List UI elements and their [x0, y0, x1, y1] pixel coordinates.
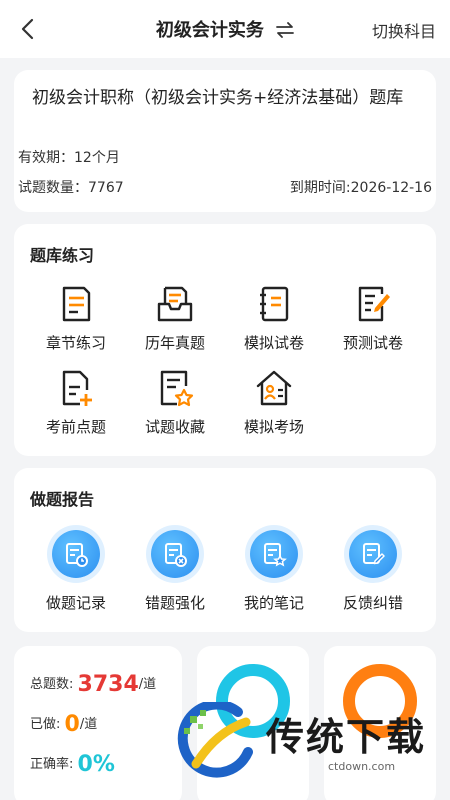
watermark: 传统下载 ctdown.com — [176, 702, 426, 782]
validity-text: 有效期：12个月 — [18, 150, 120, 166]
report-item-record[interactable]: 做题记录 — [28, 530, 124, 613]
total-questions-stat: 总题数: 3734/道 — [30, 672, 157, 697]
practice-item-favorite[interactable]: 试题收藏 — [127, 368, 223, 437]
top-bar: 初级会计实务 切换科目 — [0, 0, 450, 58]
done-questions-stat: 已做: 0/道 — [30, 712, 98, 737]
practice-card: 题库练习 章节练习 历年真题 模拟试卷 预测试卷 考前点题 试题收藏 模拟考场 — [14, 224, 436, 456]
watermark-logo-icon — [177, 702, 253, 778]
switch-subject-button[interactable]: 切换科目 — [372, 18, 436, 42]
wrong-question-icon — [151, 530, 199, 578]
page-title: 初级会计实务 — [155, 20, 264, 41]
favorite-icon — [160, 370, 194, 407]
forecast-paper-icon — [358, 286, 390, 322]
accuracy-value: 0% — [77, 752, 115, 777]
question-count-text: 试题数量：7767 — [18, 180, 124, 196]
mock-paper-icon — [260, 286, 289, 322]
expire-text: 到期时间:2026-12-16 — [289, 180, 432, 196]
practice-item-chapter[interactable]: 章节练习 — [28, 284, 124, 353]
bank-title: 初级会计职称（初级会计实务+经济法基础）题库 — [32, 88, 404, 108]
practice-item-past-exam[interactable]: 历年真题 — [127, 284, 223, 353]
notes-icon — [250, 530, 298, 578]
practice-item-mock-paper[interactable]: 模拟试卷 — [226, 284, 322, 353]
report-item-wrong-question[interactable]: 错题强化 — [127, 530, 223, 613]
practice-item-forecast-paper[interactable]: 预测试卷 — [325, 284, 421, 353]
practice-item-pre-exam[interactable]: 考前点题 — [28, 368, 124, 437]
swap-icon — [276, 22, 295, 38]
exam-room-icon — [256, 370, 292, 406]
done-questions-value: 0 — [64, 712, 80, 737]
stats-card: 总题数: 3734/道 已做: 0/道 正确率: 0% — [14, 646, 182, 800]
chapter-icon — [62, 286, 91, 322]
practice-title: 题库练习 — [30, 246, 95, 265]
record-icon — [52, 530, 100, 578]
report-title: 做题报告 — [30, 490, 95, 509]
feedback-icon — [349, 530, 397, 578]
past-exam-icon — [157, 286, 193, 322]
watermark-url: ctdown.com — [328, 760, 396, 773]
report-item-notes[interactable]: 我的笔记 — [226, 530, 322, 613]
report-card: 做题报告 做题记录 错题强化 我的笔记 反馈纠错 — [14, 468, 436, 632]
practice-item-exam-room[interactable]: 模拟考场 — [226, 368, 322, 437]
pre-exam-icon — [62, 370, 92, 406]
accuracy-stat: 正确率: 0% — [30, 752, 115, 777]
watermark-text: 传统下载 — [266, 715, 427, 759]
report-item-feedback[interactable]: 反馈纠错 — [325, 530, 421, 613]
total-questions-value: 3734 — [77, 672, 139, 697]
